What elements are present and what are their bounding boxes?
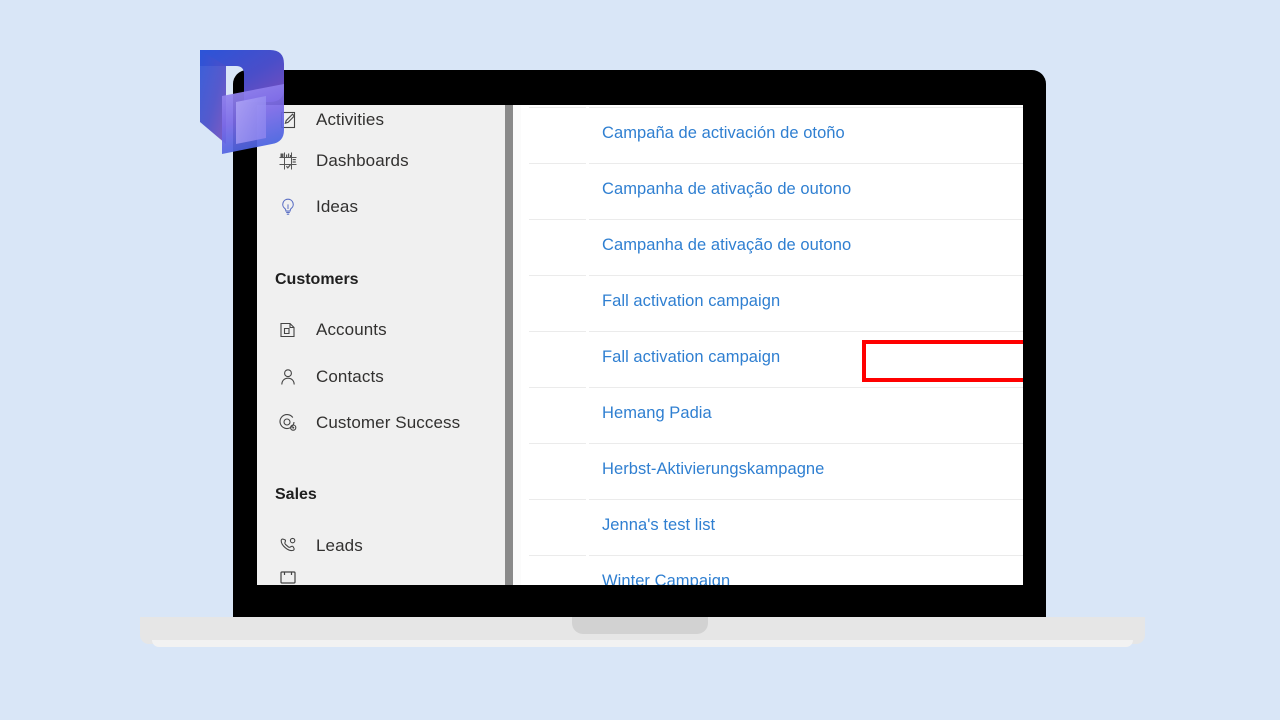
sidebar-item-accounts[interactable]: Accounts xyxy=(257,307,505,353)
sidebar-item-label: Customer Success xyxy=(316,413,461,432)
partial-icon xyxy=(273,569,303,585)
sidebar-item-dashboards[interactable]: Dashboards xyxy=(257,138,505,184)
list-item-link[interactable]: Jenna's test list xyxy=(602,516,715,535)
sidebar-item-leads[interactable]: Leads xyxy=(257,523,505,569)
scrollbar-thumb[interactable] xyxy=(505,105,513,585)
customer-success-icon xyxy=(273,413,303,433)
sidebar-group-title: Customers xyxy=(275,271,359,288)
list-item[interactable]: Winter Campaign xyxy=(521,556,1023,585)
list-item-link[interactable]: Fall activation campaign xyxy=(602,348,780,367)
laptop-base-lip xyxy=(152,640,1133,647)
app-screen: Activities Dashboards Ideas Accounts Contact… xyxy=(257,105,1023,585)
list-item[interactable]: Campaña de activación de otoño xyxy=(521,108,1023,164)
list-item[interactable]: Jenna's test list xyxy=(521,500,1023,556)
list-item-link[interactable]: Winter Campaign xyxy=(602,572,730,585)
accounts-icon xyxy=(273,320,303,340)
screenshot-stage: Activities Dashboards Ideas Accounts Contact… xyxy=(0,0,1280,720)
sidebar-item-ideas[interactable]: Ideas xyxy=(257,184,505,230)
row-divider-left xyxy=(529,107,586,108)
list-item[interactable]: Herbst-Aktivierungskampagne xyxy=(521,444,1023,500)
row-divider xyxy=(589,107,1023,108)
sidebar-item-label: Dashboards xyxy=(316,151,409,170)
contact-person-icon xyxy=(273,367,303,387)
list-item-link[interactable]: Campaña de activación de otoño xyxy=(602,124,845,143)
sidebar-item-label: Accounts xyxy=(316,320,387,339)
list-item[interactable]: Campanha de ativação de outono xyxy=(521,220,1023,276)
leads-phone-icon xyxy=(273,536,303,556)
list-item-link[interactable]: Campanha de ativação de outono xyxy=(602,180,851,199)
sidebar-item-label: Ideas xyxy=(316,197,359,216)
list-item[interactable]: Campanha de ativação de outono xyxy=(521,164,1023,220)
selection-highlight-box xyxy=(862,340,1023,382)
sidebar-item-contacts[interactable]: Contacts xyxy=(257,354,505,400)
lightbulb-icon xyxy=(273,197,303,217)
dynamics-365-logo xyxy=(200,50,284,154)
sidebar-group-title: Sales xyxy=(275,486,317,503)
sidebar-navigation: Activities Dashboards Ideas Accounts Contact… xyxy=(257,105,505,585)
sidebar-item-customer-success[interactable]: Customer Success xyxy=(257,400,505,446)
sidebar-item-label: Activities xyxy=(316,110,385,129)
list-item-link[interactable]: Hemang Padia xyxy=(602,404,712,423)
list-item-link[interactable]: Herbst-Aktivierungskampagne xyxy=(602,460,824,479)
list-item[interactable]: Hemang Padia xyxy=(521,388,1023,444)
sidebar-item-label: Leads xyxy=(316,536,363,555)
laptop-hinge-notch xyxy=(572,617,708,634)
record-list: Campaña de activación de otoño Campanha d… xyxy=(521,105,1023,585)
list-item-link[interactable]: Fall activation campaign xyxy=(602,292,780,311)
sidebar-item-label: Contacts xyxy=(316,367,384,386)
list-item[interactable]: Fall activation campaign xyxy=(521,276,1023,332)
list-item-link[interactable]: Campanha de ativação de outono xyxy=(602,236,851,255)
